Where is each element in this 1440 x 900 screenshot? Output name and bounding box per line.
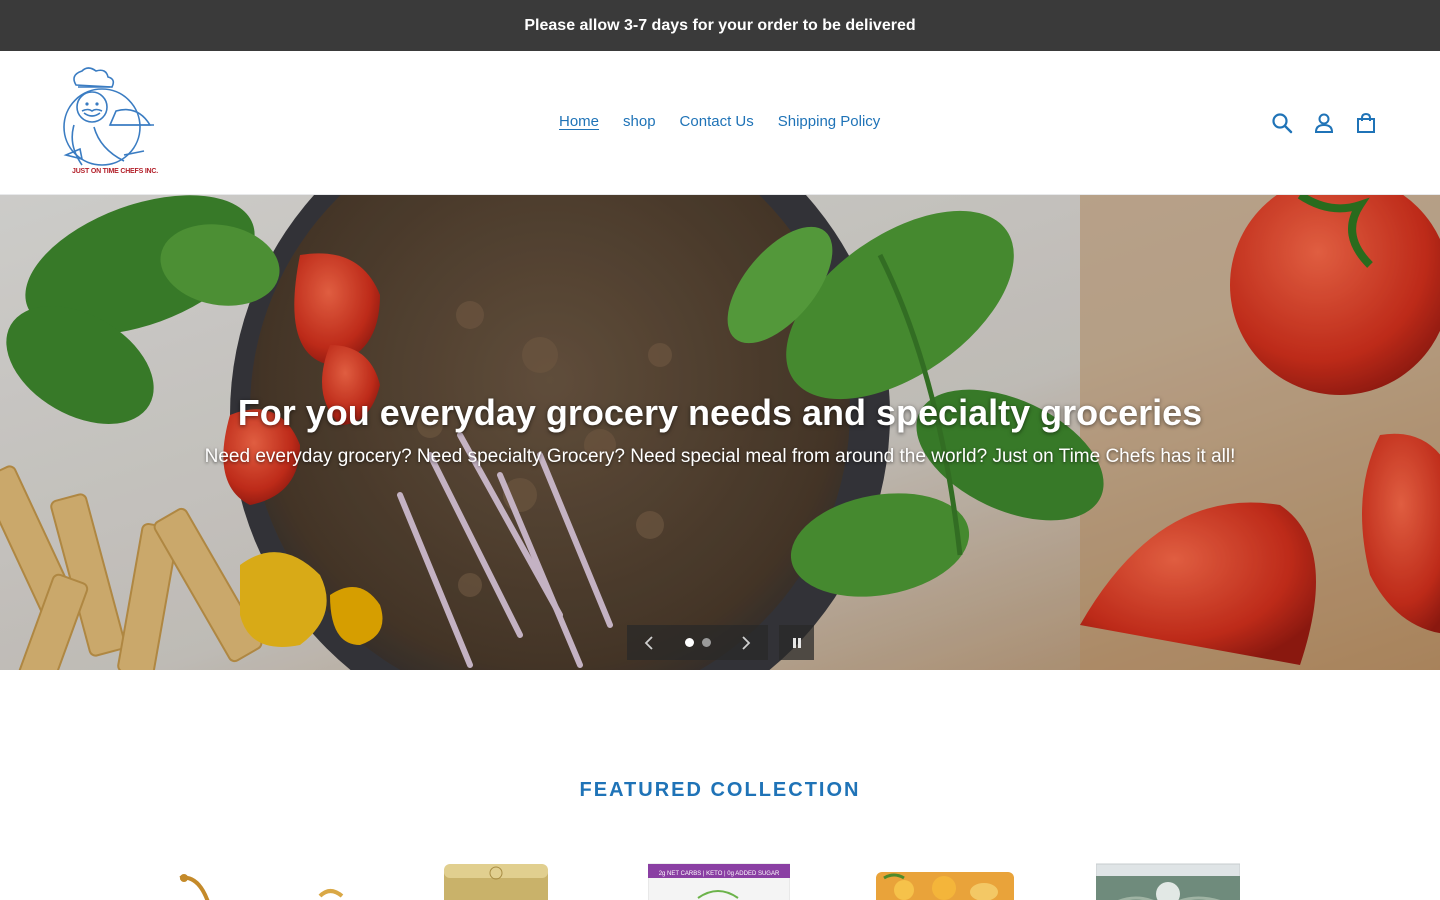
product-thumbnail[interactable] (440, 858, 552, 900)
logo-caption: JUST ON TIME CHEFS INC. (72, 168, 159, 175)
account-icon[interactable] (1312, 111, 1336, 135)
previous-slide-button[interactable] (641, 635, 657, 651)
slide-dot-2[interactable] (701, 638, 711, 647)
chevron-right-icon (742, 635, 751, 650)
site-header: JUST ON TIME CHEFS INC. Home shop Contac… (0, 51, 1440, 195)
chef-logo-icon (63, 67, 154, 166)
nav-home[interactable]: Home (547, 111, 611, 133)
nav-shop[interactable]: shop (611, 111, 668, 133)
nav-shipping-policy[interactable]: Shipping Policy (766, 111, 893, 133)
next-slide-button[interactable] (738, 635, 754, 651)
featured-collection-heading: FEATURED COLLECTION (579, 779, 861, 801)
announcement-text: Please allow 3-7 days for your order to … (524, 16, 916, 34)
store-logo[interactable]: JUST ON TIME CHEFS INC. (54, 67, 159, 181)
slide-dots (684, 638, 711, 647)
hero-slideshow: For you everyday grocery needs and speci… (0, 195, 1440, 670)
product-thumbnail[interactable] (1096, 858, 1240, 900)
product-thumbnail[interactable] (170, 858, 360, 900)
product-thumbnail[interactable]: 2g NET CARBS | KETO | 0g ADDED SUGAR (648, 858, 790, 900)
header-icons (1270, 111, 1378, 135)
slideshow-controls (627, 625, 768, 660)
slide-dot-1[interactable] (684, 638, 694, 647)
product-grid: 2g NET CARBS | KETO | 0g ADDED SUGAR (0, 858, 1440, 900)
nav-contact-us[interactable]: Contact Us (668, 111, 766, 133)
chevron-left-icon (644, 635, 653, 650)
announcement-bar: Please allow 3-7 days for your order to … (0, 0, 1440, 51)
product-thumbnail[interactable] (874, 858, 1016, 900)
hero-title: For you everyday grocery needs and speci… (237, 392, 1203, 433)
search-icon[interactable] (1270, 111, 1294, 135)
hero-subtitle: Need everyday grocery? Need specialty Gr… (204, 446, 1236, 467)
main-nav: Home shop Contact Us Shipping Policy (547, 111, 892, 133)
cart-icon[interactable] (1354, 111, 1378, 135)
pause-slideshow-button[interactable] (779, 625, 814, 660)
product-label-text: 2g NET CARBS | KETO | 0g ADDED SUGAR (659, 871, 780, 877)
hero-caption: For you everyday grocery needs and speci… (0, 390, 1440, 470)
pause-icon (792, 637, 801, 648)
